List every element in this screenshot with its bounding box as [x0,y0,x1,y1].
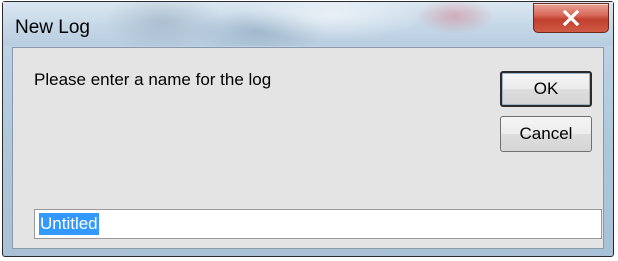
window-title: New Log [15,17,90,38]
dialog-body: Please enter a name for the log OK Cance… [12,47,604,249]
close-icon [562,10,580,26]
cancel-button[interactable]: Cancel [500,116,592,152]
new-log-dialog: New Log Please enter a name for the log … [2,1,614,257]
ok-button[interactable]: OK [500,71,592,107]
log-name-input[interactable]: Untitled [34,209,602,239]
log-name-value: Untitled [39,213,99,235]
close-button[interactable] [533,3,609,33]
prompt-label: Please enter a name for the log [34,70,272,89]
title-bar[interactable]: New Log [3,2,613,46]
